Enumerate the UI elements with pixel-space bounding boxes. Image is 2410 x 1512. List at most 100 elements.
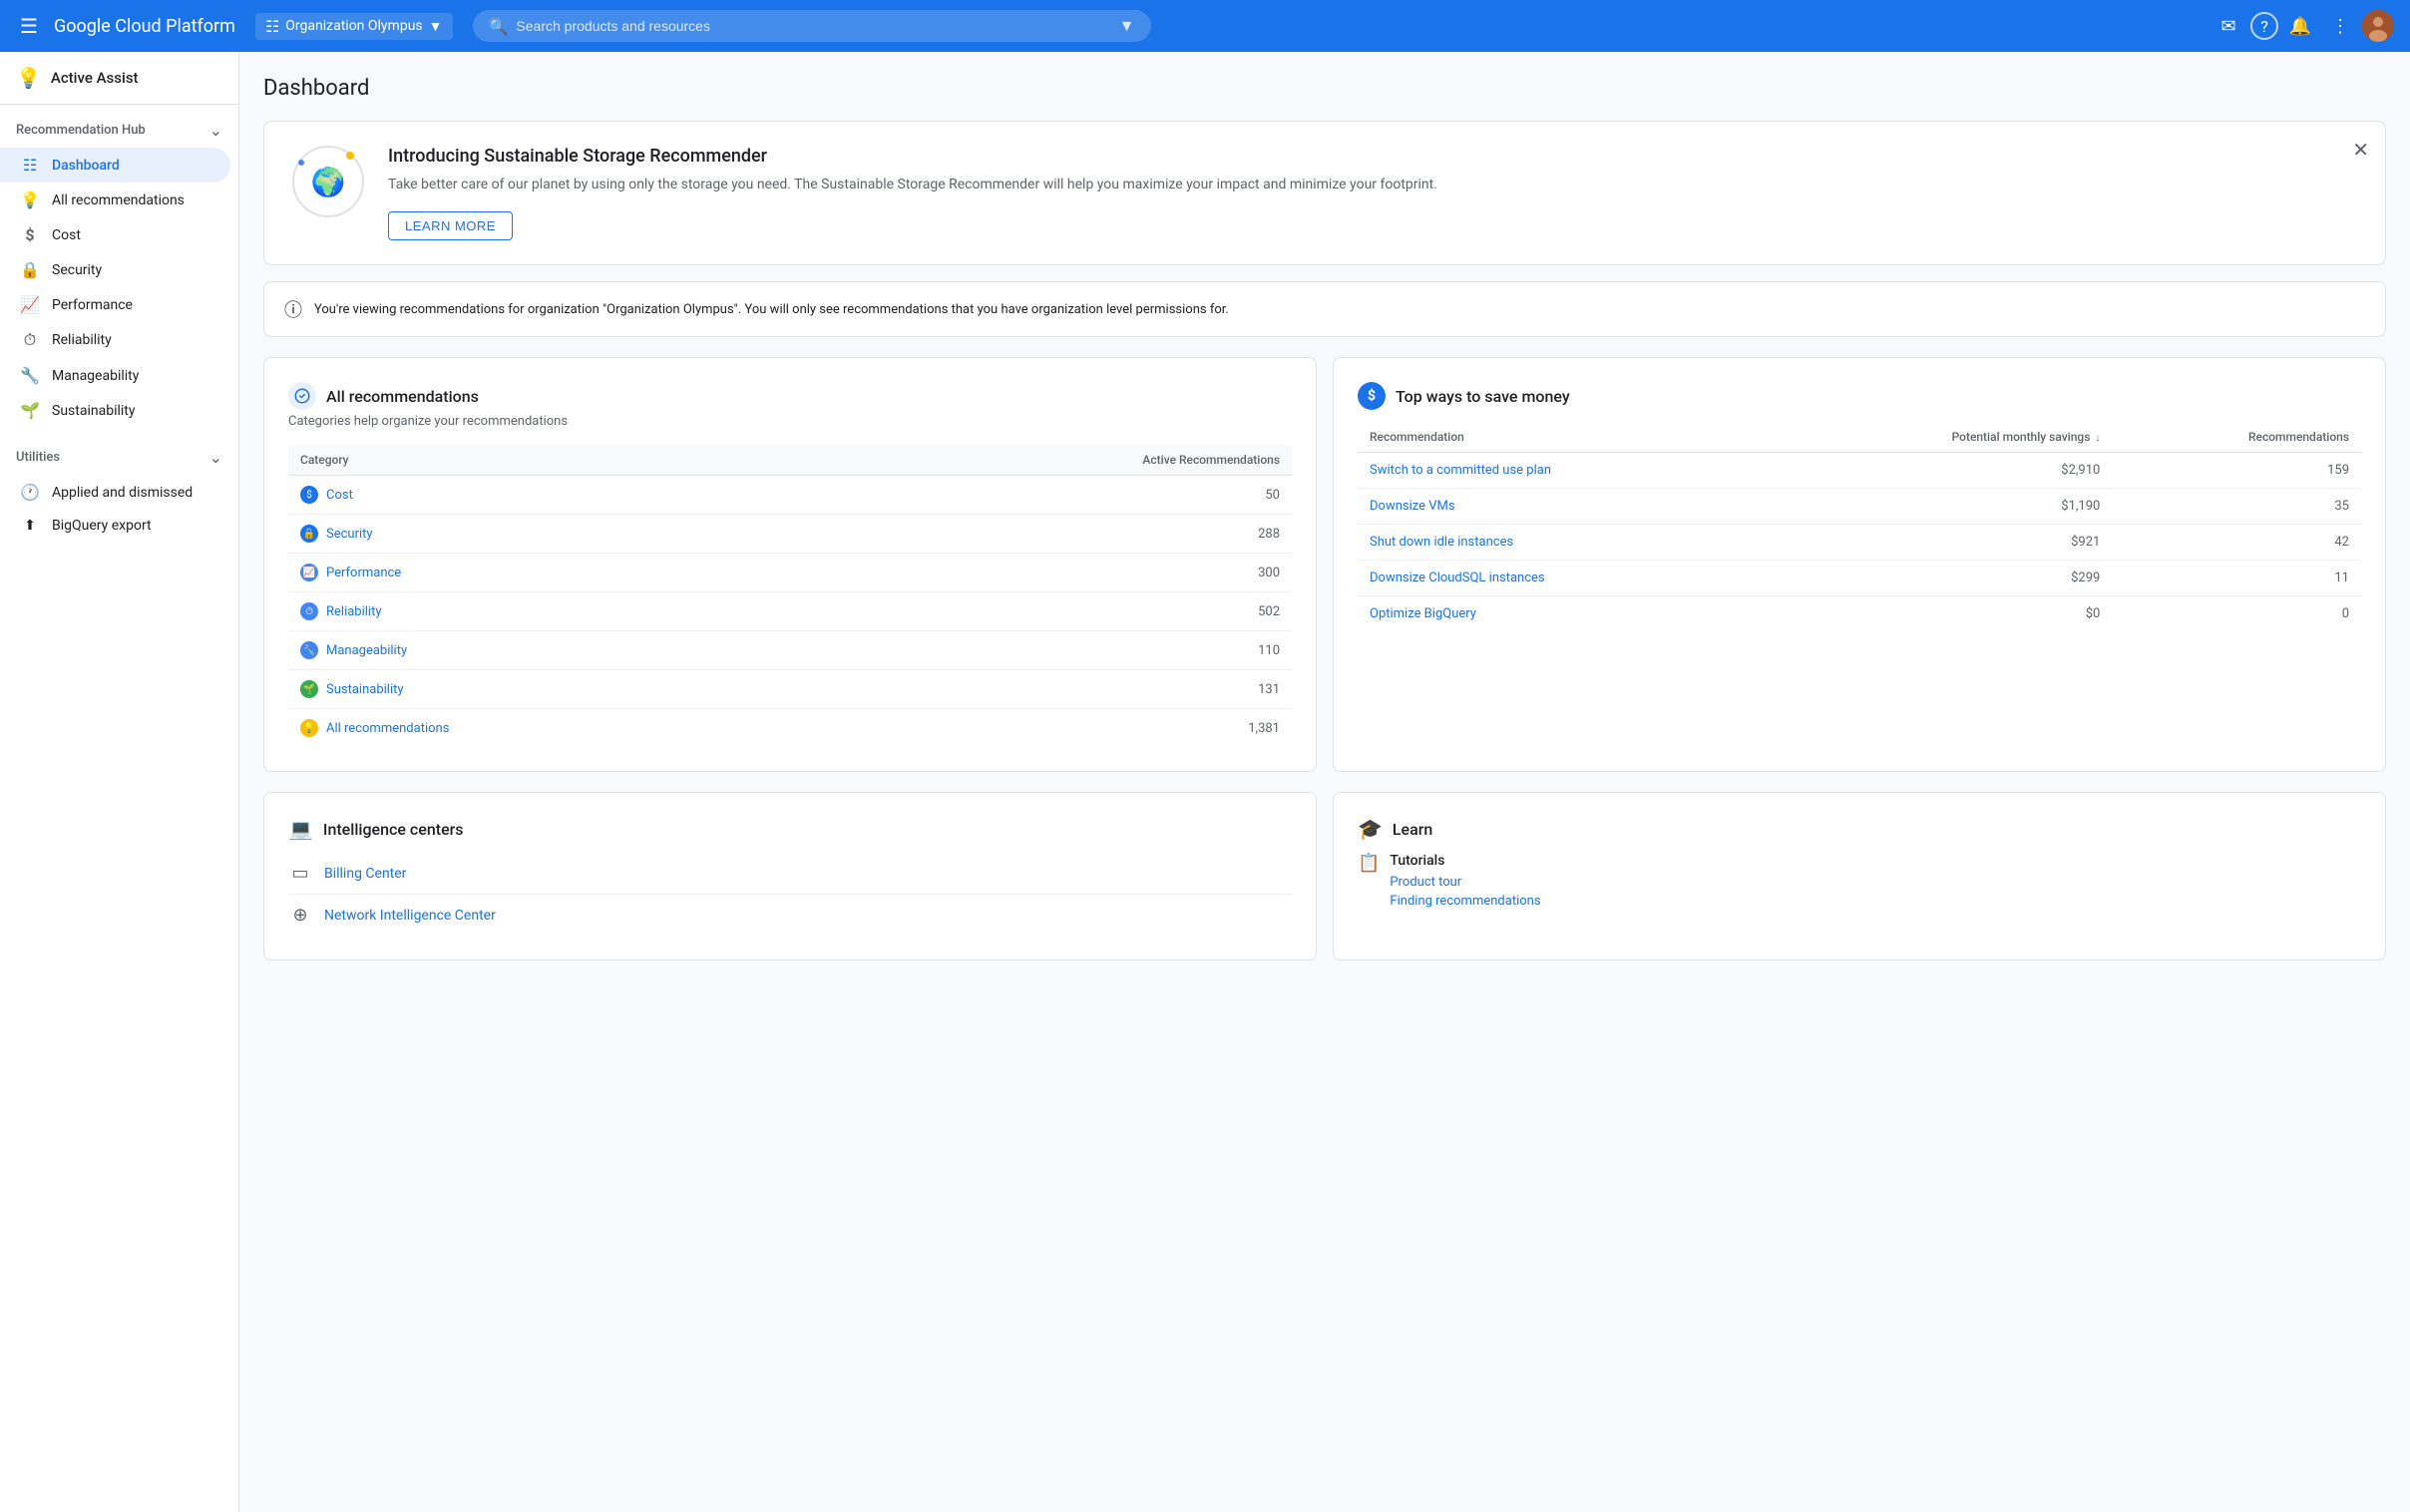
applied-dismissed-icon: 🕐 xyxy=(20,483,40,502)
recommendation-hub-label: Recommendation Hub xyxy=(16,123,146,138)
sidebar-section-recommendation-hub[interactable]: Recommendation Hub ⌄ xyxy=(0,109,238,148)
tutorials-icon: 📋 xyxy=(1358,853,1380,874)
search-input[interactable] xyxy=(516,18,1110,34)
sidebar-item-sustainability[interactable]: 🌱 Sustainability xyxy=(0,393,230,428)
banner-illustration: 🌍 xyxy=(292,146,364,217)
category-link-manageability[interactable]: 🔧 Manageability xyxy=(300,641,796,659)
intel-item-network[interactable]: ⊕ Network Intelligence Center xyxy=(288,895,1292,936)
sidebar-item-dashboard-label: Dashboard xyxy=(52,158,120,174)
col-active-recs: Active Recommendations xyxy=(808,445,1292,476)
banner-content: Introducing Sustainable Storage Recommen… xyxy=(388,146,2357,240)
all-rec-card-icon xyxy=(288,382,316,410)
bottom-cards-row: 💻 Intelligence centers ▭ Billing Center … xyxy=(263,792,2386,960)
intel-items: ▭ Billing Center ⊕ Network Intelligence … xyxy=(288,853,1292,936)
cost-icon: $ xyxy=(20,225,40,244)
all-recommendations-card: All recommendations Categories help orga… xyxy=(263,357,1317,772)
category-link-performance[interactable]: 📈 Performance xyxy=(300,564,796,581)
tutorial-product-tour[interactable]: Product tour xyxy=(1390,875,1540,890)
table-row[interactable]: Optimize BigQuery $0 0 xyxy=(1358,596,2361,632)
savings-card-title: Top ways to save money xyxy=(1396,387,1570,406)
sidebar-item-cost-label: Cost xyxy=(52,227,81,243)
category-link-all[interactable]: 💡 All recommendations xyxy=(300,719,796,737)
sustainability-icon: 🌱 xyxy=(20,401,40,420)
sidebar-item-all-recommendations[interactable]: 💡 All recommendations xyxy=(0,183,230,217)
savings-card-icon: $ xyxy=(1358,382,1386,410)
sidebar-item-reliability-label: Reliability xyxy=(52,332,112,348)
category-link-sustainability[interactable]: 🌱 Sustainability xyxy=(300,680,796,698)
search-bar[interactable]: 🔍 ▼ xyxy=(473,10,1151,42)
intelligence-centers-card: 💻 Intelligence centers ▭ Billing Center … xyxy=(263,792,1317,960)
col-rec-count: Recommendations xyxy=(2112,422,2361,453)
sidebar-item-bigquery-export[interactable]: ⬆ BigQuery export xyxy=(0,510,230,542)
network-label: Network Intelligence Center xyxy=(324,908,496,924)
table-row[interactable]: 🔒 Security 288 xyxy=(288,515,1292,554)
nav-actions: ✉ ? 🔔 ⋮ xyxy=(2210,8,2394,44)
table-row[interactable]: 💡 All recommendations 1,381 xyxy=(288,709,1292,748)
close-banner-button[interactable]: ✕ xyxy=(2348,134,2373,167)
cards-row: All recommendations Categories help orga… xyxy=(263,357,2386,772)
table-row[interactable]: $ Cost 50 xyxy=(288,476,1292,515)
table-row[interactable]: Downsize CloudSQL instances $299 11 xyxy=(1358,561,2361,596)
dot-blue xyxy=(298,160,304,166)
learn-card: 🎓 Learn 📋 Tutorials Product tour Finding… xyxy=(1333,792,2386,960)
active-assist-header: 💡 Active Assist xyxy=(0,52,238,105)
avatar[interactable] xyxy=(2362,10,2394,42)
sidebar-item-applied-dismissed-label: Applied and dismissed xyxy=(52,485,193,501)
table-row[interactable]: 🔧 Manageability 110 xyxy=(288,631,1292,670)
top-nav: ☰ Google Cloud Platform ☷ Organization O… xyxy=(0,0,2410,52)
help-icon[interactable]: ? xyxy=(2250,12,2278,40)
sidebar-item-performance[interactable]: 📈 Performance xyxy=(0,287,230,322)
sidebar-item-cost[interactable]: $ Cost xyxy=(0,217,230,252)
notifications-icon[interactable]: 🔔 xyxy=(2282,8,2318,44)
all-rec-card-title: All recommendations xyxy=(326,387,479,406)
hamburger-icon[interactable]: ☰ xyxy=(16,10,42,42)
performance-icon: 📈 xyxy=(20,295,40,314)
learn-card-title: Learn xyxy=(1393,820,1432,839)
intel-item-billing[interactable]: ▭ Billing Center xyxy=(288,853,1292,895)
brand-title: Google Cloud Platform xyxy=(54,16,235,37)
table-row[interactable]: ⏱ Reliability 502 xyxy=(288,592,1292,631)
table-row[interactable]: Switch to a committed use plan $2,910 15… xyxy=(1358,453,2361,489)
dashboard-icon: ☷ xyxy=(20,156,40,175)
category-link-security[interactable]: 🔒 Security xyxy=(300,525,796,543)
learn-content: 📋 Tutorials Product tour Finding recomme… xyxy=(1358,853,2361,913)
sidebar-item-reliability[interactable]: ⏱ Reliability xyxy=(0,322,230,358)
table-row[interactable]: Shut down idle instances $921 42 xyxy=(1358,525,2361,561)
sidebar-item-security[interactable]: 🔒 Security xyxy=(0,252,230,287)
sidebar-item-manageability-label: Manageability xyxy=(52,368,139,384)
sidebar-item-sustainability-label: Sustainability xyxy=(52,403,135,419)
search-icon: 🔍 xyxy=(489,17,509,36)
intel-card-header: 💻 Intelligence centers xyxy=(288,817,1292,841)
sidebar-item-applied-dismissed[interactable]: 🕐 Applied and dismissed xyxy=(0,475,230,510)
tutorial-finding-recommendations[interactable]: Finding recommendations xyxy=(1390,894,1540,909)
col-rec-name: Recommendation xyxy=(1358,422,1768,453)
bigquery-export-icon: ⬆ xyxy=(20,518,40,534)
sidebar-item-manageability[interactable]: 🔧 Manageability xyxy=(0,358,230,393)
email-icon[interactable]: ✉ xyxy=(2210,8,2246,44)
more-options-icon[interactable]: ⋮ xyxy=(2322,8,2358,44)
sidebar-item-dashboard[interactable]: ☷ Dashboard xyxy=(0,148,230,183)
learn-card-header: 🎓 Learn xyxy=(1358,817,2361,841)
learn-icon: 🎓 xyxy=(1358,817,1383,841)
network-icon: ⊕ xyxy=(288,905,312,926)
category-link-reliability[interactable]: ⏱ Reliability xyxy=(300,602,796,620)
table-row[interactable]: 🌱 Sustainability 131 xyxy=(288,670,1292,709)
learn-more-button[interactable]: LEARN MORE xyxy=(388,211,513,240)
savings-table: Recommendation Potential monthly savings… xyxy=(1358,422,2361,631)
table-row[interactable]: Downsize VMs $1,190 35 xyxy=(1358,489,2361,525)
sidebar-section-utilities[interactable]: Utilities ⌄ xyxy=(0,436,238,475)
security-icon: 🔒 xyxy=(20,260,40,279)
sort-icon: ↓ xyxy=(2095,433,2100,444)
banner-description: Take better care of our planet by using … xyxy=(388,175,2357,195)
recommendation-hub-chevron: ⌄ xyxy=(209,121,222,140)
all-rec-card-subtitle: Categories help organize your recommenda… xyxy=(288,414,1292,429)
all-rec-card-header: All recommendations xyxy=(288,382,1292,410)
top-savings-card: $ Top ways to save money Recommendation … xyxy=(1333,357,2386,772)
info-icon: ⓘ xyxy=(284,296,302,322)
table-row[interactable]: 📈 Performance 300 xyxy=(288,554,1292,592)
sidebar-item-all-rec-label: All recommendations xyxy=(52,192,185,208)
col-category: Category xyxy=(288,445,808,476)
category-link-cost[interactable]: $ Cost xyxy=(300,486,796,504)
app-layout: 💡 Active Assist Recommendation Hub ⌄ ☷ D… xyxy=(0,52,2410,1512)
org-selector[interactable]: ☷ Organization Olympus ▼ xyxy=(255,13,453,40)
